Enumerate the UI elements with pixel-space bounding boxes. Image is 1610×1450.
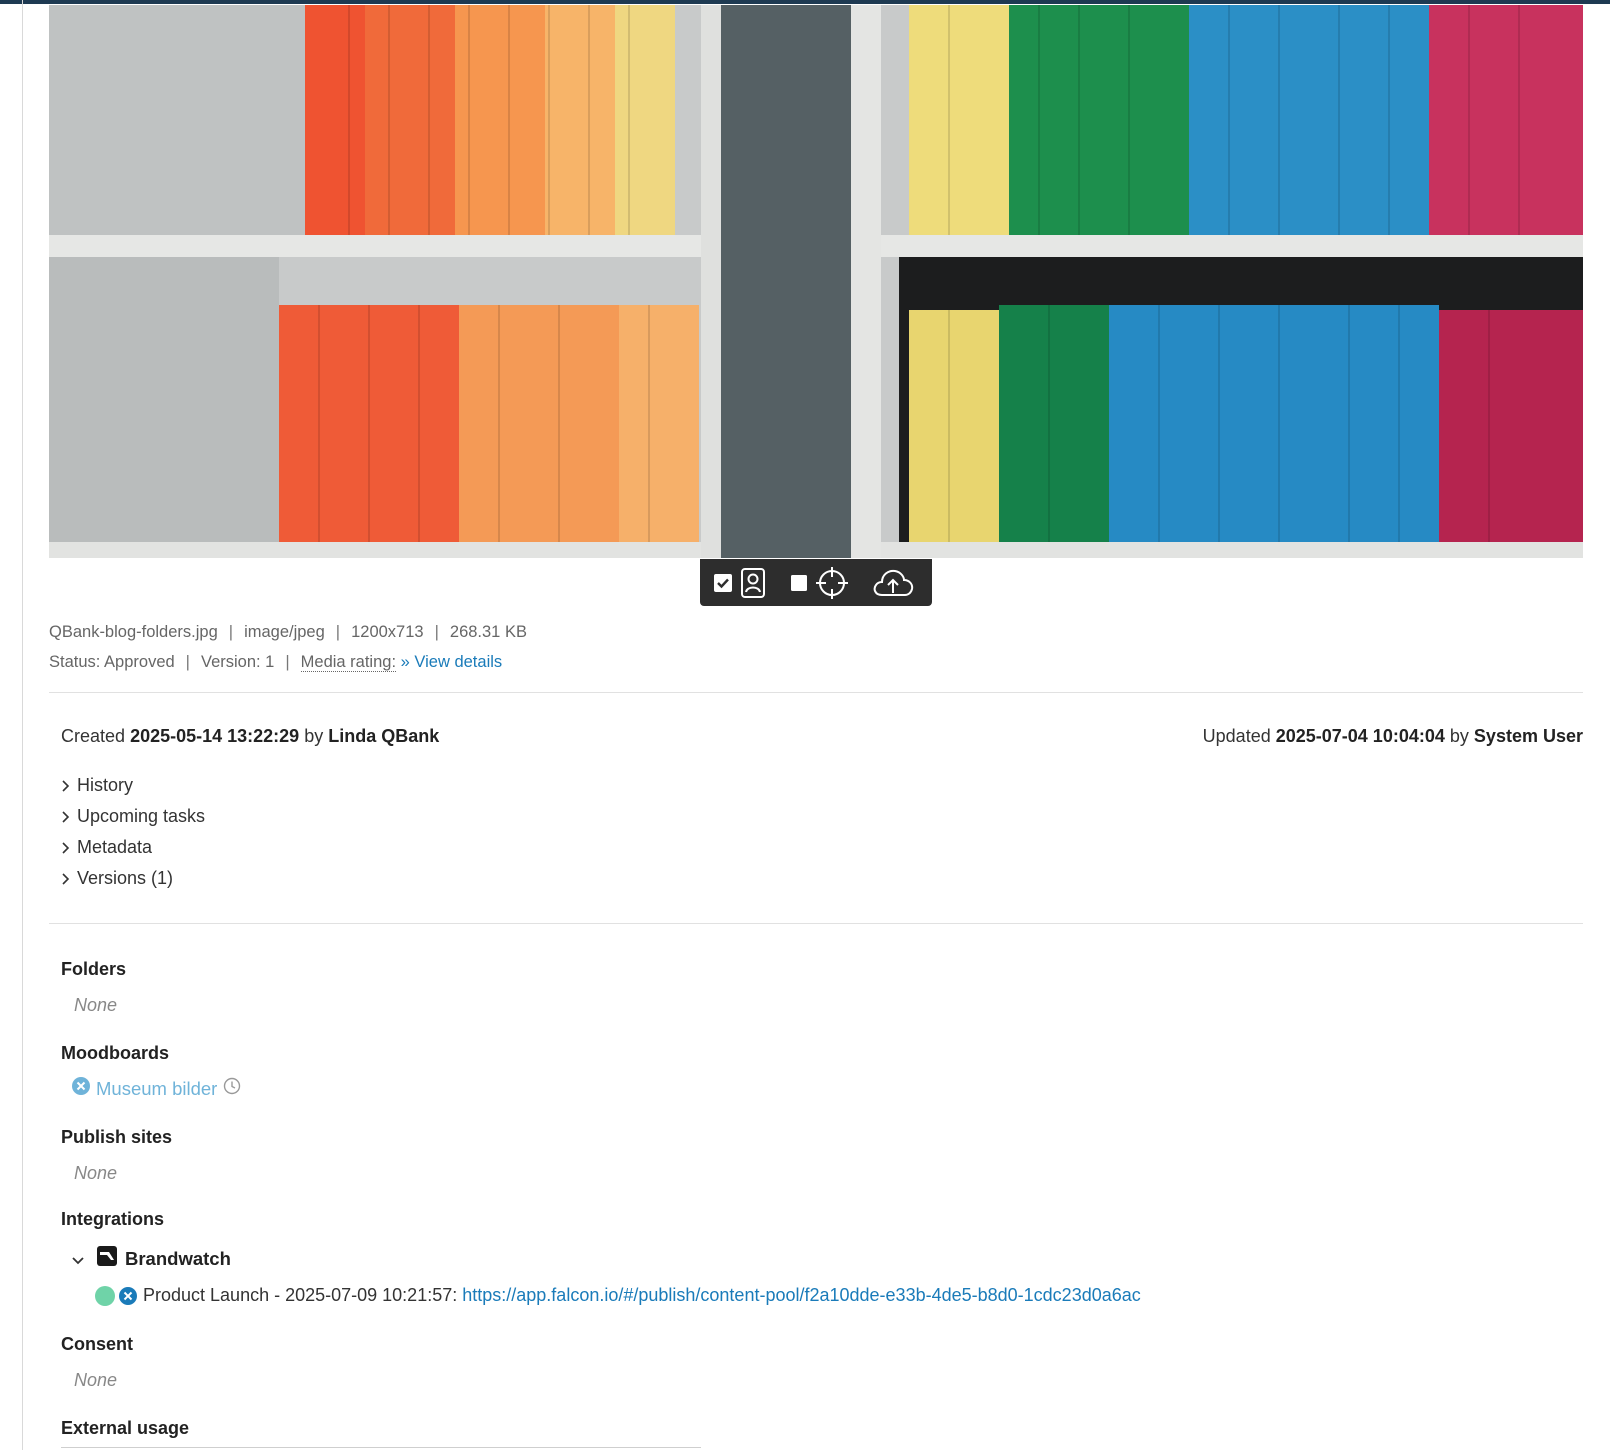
publish-sites-title: Publish sites <box>61 1127 173 1147</box>
external-usage-table-edge <box>61 1447 701 1448</box>
moodboard-link[interactable]: Museum bilder <box>96 1078 217 1100</box>
chevron-right-icon <box>61 779 77 793</box>
checkbox-checked-icon[interactable] <box>710 559 736 606</box>
created-date: 2025-05-14 13:22:29 <box>130 726 300 746</box>
updated-date: 2025-07-04 10:04:04 <box>1275 726 1445 746</box>
divider <box>49 923 1583 924</box>
moodboard-item: Museum bilder <box>72 1077 241 1100</box>
accordion-metadata[interactable]: Metadata <box>61 837 152 858</box>
file-info-line: QBank-blog-folders.jpg | image/jpeg | 1200x7… <box>49 623 527 641</box>
asset-preview-image <box>49 5 1583 558</box>
updated-user: System User <box>1473 726 1583 746</box>
accordion-history[interactable]: History <box>61 775 133 796</box>
status-text: Status: Approved <box>49 653 175 671</box>
cloud-upload-icon[interactable] <box>870 559 916 606</box>
clock-icon <box>223 1077 241 1100</box>
accordion-upcoming-tasks[interactable]: Upcoming tasks <box>61 806 205 827</box>
integration-url-link[interactable]: https://app.falcon.io/#/publish/content-… <box>462 1285 1141 1306</box>
status-info-line: Status: Approved | Version: 1 | Media rating… <box>49 653 503 672</box>
version-text: Version: 1 <box>200 653 275 671</box>
file-size: 268.31 KB <box>449 623 527 641</box>
accordion-versions[interactable]: Versions (1) <box>61 868 173 889</box>
left-border <box>22 0 23 1450</box>
integration-brandwatch[interactable]: Brandwatch <box>71 1246 231 1271</box>
top-bar <box>0 0 1610 4</box>
created-info: Created 2025-05-14 13:22:29 by Linda QBa… <box>61 726 440 746</box>
brandwatch-logo-icon <box>97 1246 117 1271</box>
moodboards-title: Moodboards <box>61 1043 169 1063</box>
consent-value: None <box>74 1370 118 1390</box>
created-user: Linda QBank <box>328 726 440 746</box>
integration-entry-text: Product Launch - 2025-07-09 10:21:57: <box>143 1285 458 1305</box>
status-indicator <box>95 1285 115 1306</box>
folders-title: Folders <box>61 959 127 979</box>
chevron-right-icon <box>61 810 77 824</box>
integration-provider: Brandwatch <box>125 1247 231 1269</box>
integration-entry: Product Launch - 2025-07-09 10:21:57: ht… <box>95 1285 1141 1306</box>
view-details-link[interactable]: » View details <box>401 653 503 671</box>
file-name: QBank-blog-folders.jpg <box>49 623 218 641</box>
divider <box>49 692 1583 693</box>
publish-sites-value: None <box>74 1163 118 1183</box>
chevron-down-icon <box>71 1248 85 1270</box>
portrait-icon[interactable] <box>738 559 768 606</box>
remove-icon[interactable] <box>119 1286 137 1305</box>
consent-title: Consent <box>61 1334 133 1354</box>
crosshair-icon[interactable] <box>814 559 850 606</box>
chevron-right-icon <box>61 872 77 886</box>
external-usage-title: External usage <box>61 1418 190 1438</box>
media-rating-label: Media rating: <box>300 653 397 672</box>
image-toolbar <box>700 559 932 606</box>
file-mime: image/jpeg <box>244 623 325 641</box>
folders-value: None <box>74 995 118 1015</box>
integrations-title: Integrations <box>61 1209 165 1229</box>
checkbox-empty-icon[interactable] <box>786 559 812 606</box>
file-dimensions: 1200x713 <box>351 623 424 641</box>
chevron-right-icon <box>61 841 77 855</box>
remove-icon[interactable] <box>72 1077 90 1100</box>
updated-info: Updated 2025-07-04 10:04:04 by System Us… <box>1202 726 1583 746</box>
